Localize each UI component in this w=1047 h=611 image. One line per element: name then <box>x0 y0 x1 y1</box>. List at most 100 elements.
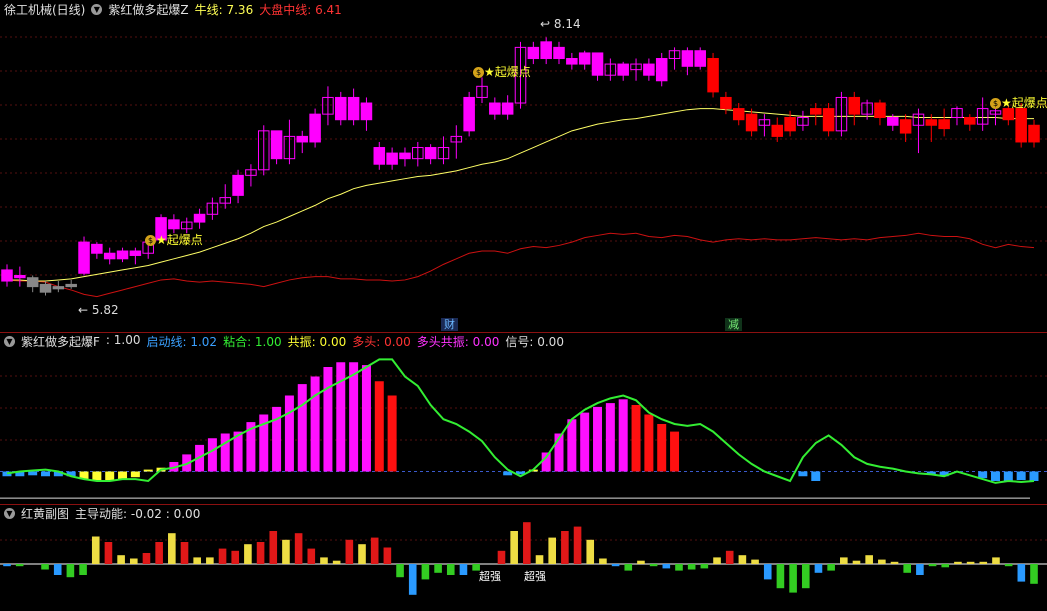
market-value: 6.41 <box>315 3 342 17</box>
momentum-bar <box>104 542 113 564</box>
red-yellow-panel[interactable]: ▼ 红黄副图 主导动能 : -0.02 : 0.00 超强 超强 <box>0 504 1047 611</box>
indicator-bar <box>618 399 628 472</box>
momentum-bar <box>599 558 607 564</box>
momentum-bar <box>15 564 24 567</box>
candle <box>681 50 694 67</box>
momentum-bar <box>358 544 366 564</box>
momentum-bar <box>675 564 683 571</box>
indicator-f-name: 紫红做多起爆F <box>21 335 100 349</box>
main-momentum-label: 主导动能 <box>75 507 124 521</box>
momentum-bar <box>649 564 658 567</box>
red-yellow-header: ▼ 红黄副图 主导动能 : -0.02 : 0.00 <box>4 505 200 522</box>
main-price-panel[interactable]: 徐工机械(日线) ▼ 紫红做多起爆Z 牛线: 7.36 大盘中线: 6.41 ↩… <box>0 0 1047 332</box>
candle <box>309 113 321 143</box>
momentum-bar <box>320 557 328 564</box>
stock-title: 徐工机械(日线) <box>4 3 86 17</box>
candle <box>335 96 347 121</box>
momentum-bar <box>91 536 100 564</box>
candle <box>501 102 514 115</box>
candle <box>424 147 437 160</box>
candle <box>964 116 976 125</box>
candle <box>14 274 26 279</box>
momentum-bar <box>206 557 214 564</box>
momentum-bar <box>396 564 404 578</box>
chevron-down-icon[interactable]: ▼ <box>4 336 15 347</box>
main-momentum-values: : -0.02 : 0.00 <box>123 506 201 521</box>
indicator-f-chart[interactable] <box>0 332 1047 504</box>
money-bag-icon: $ <box>145 235 156 246</box>
candle <box>617 63 629 76</box>
indicator-bar <box>297 384 307 472</box>
candle <box>938 119 950 130</box>
candle <box>296 135 309 143</box>
indicator-bar <box>323 367 333 472</box>
money-bag-icon: $ <box>473 67 484 78</box>
candle <box>463 96 475 132</box>
momentum-bar <box>573 526 582 564</box>
momentum-bar <box>497 550 506 564</box>
low-price-label: ← 5.82 <box>78 303 119 317</box>
indicator-bar <box>605 403 615 472</box>
candlestick-chart[interactable] <box>0 0 1047 332</box>
momentum-bar <box>168 533 176 564</box>
candle <box>373 147 386 165</box>
indicator-f-values: : 1.00 启动线: 1.02 粘合: 1.00 共振: 0.00 多头: 0.00 多… <box>106 333 564 350</box>
momentum-bar <box>725 550 734 564</box>
candle <box>65 283 77 288</box>
momentum-bar <box>142 553 151 564</box>
indicator-bar <box>593 406 603 472</box>
candle <box>643 63 655 76</box>
momentum-bar <box>776 564 785 589</box>
signal-text-3: 起爆点 <box>1011 96 1047 110</box>
marker-jian[interactable]: 减 <box>725 318 742 331</box>
candle <box>720 96 732 110</box>
candle <box>1015 108 1027 143</box>
candle <box>925 119 938 126</box>
candle <box>591 52 604 76</box>
high-price-value: 8.14 <box>553 17 581 31</box>
indicator-bar <box>1016 471 1026 481</box>
momentum-bar <box>548 537 557 564</box>
indicator-panel-f[interactable]: ▼ 紫红做多起爆F : 1.00 启动线: 1.02 粘合: 1.00 共振: 0.0… <box>0 332 1047 504</box>
indicator-bar <box>580 412 590 472</box>
indicator-bar <box>349 362 359 472</box>
candle <box>899 119 912 134</box>
signal-point-1: $ ★起爆点 <box>145 231 203 248</box>
momentum-bar <box>624 564 633 571</box>
indicator-name: 紫红做多起爆Z <box>108 3 189 17</box>
chevron-down-icon[interactable]: ▼ <box>91 4 103 15</box>
candle <box>232 174 244 196</box>
momentum-bar <box>446 564 455 575</box>
chevron-down-icon[interactable]: ▼ <box>4 508 15 519</box>
star-icon: ★ <box>1001 96 1012 110</box>
star-icon: ★ <box>484 65 495 79</box>
signal-point-2: $ ★起爆点 <box>473 63 531 80</box>
market-line-legend: 大盘中线: 6.41 <box>259 3 342 17</box>
momentum-bar <box>523 522 531 564</box>
momentum-bar <box>1004 564 1013 567</box>
candle <box>103 252 116 260</box>
indicator-bar <box>1003 471 1013 481</box>
momentum-bar <box>966 561 975 564</box>
candle <box>386 152 398 165</box>
momentum-bar <box>459 564 468 575</box>
momentum-bar <box>687 564 696 570</box>
momentum-bar <box>3 564 11 567</box>
marker-cai[interactable]: 财 <box>441 318 458 331</box>
signal-text-1: 起爆点 <box>166 233 203 247</box>
indicator-bar <box>657 424 667 472</box>
candle <box>399 152 411 160</box>
momentum-bar <box>916 564 924 575</box>
indicator-f-item-2: 粘合: 1.00 <box>223 335 282 349</box>
momentum-bar <box>307 548 316 564</box>
momentum-bar <box>713 557 721 564</box>
indicator-f-item-4: 多头: 0.00 <box>352 335 411 349</box>
momentum-bar <box>256 542 265 564</box>
momentum-bar <box>218 548 227 564</box>
candle <box>745 113 758 132</box>
momentum-bar <box>117 555 125 564</box>
candle <box>116 250 129 260</box>
candle <box>784 116 796 132</box>
momentum-bar <box>408 564 417 595</box>
candle <box>91 243 103 254</box>
